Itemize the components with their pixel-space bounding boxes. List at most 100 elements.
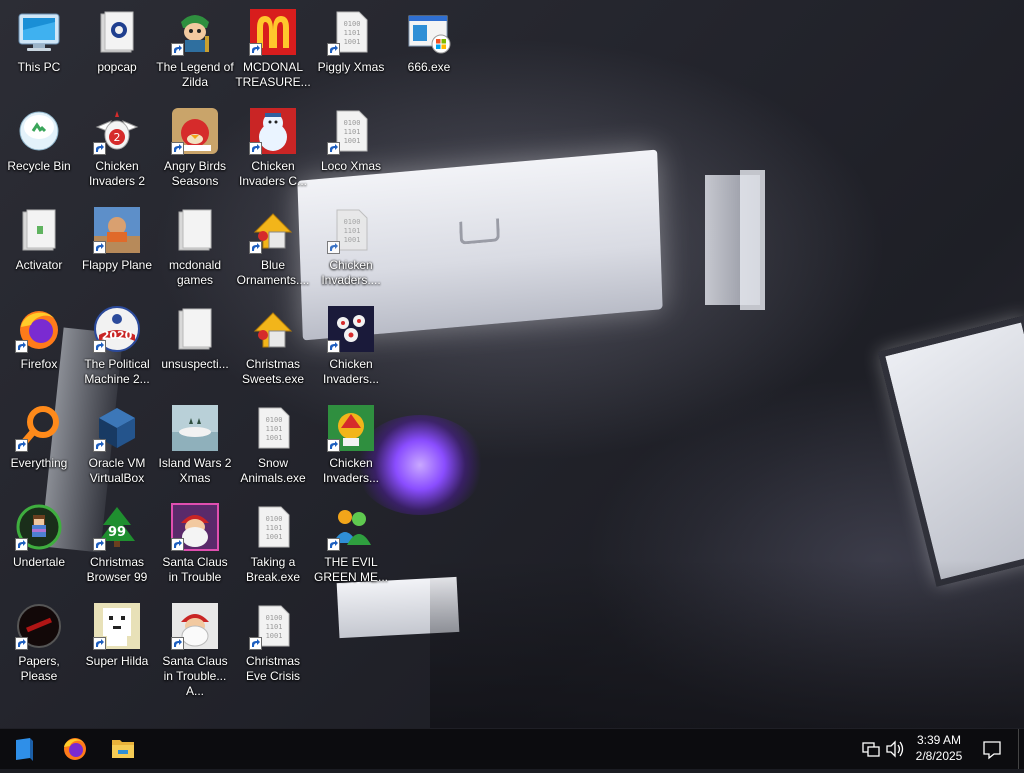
icon-label: The Political Machine 2... <box>84 357 150 386</box>
desktop-icon-christmas-browser-99[interactable]: 99 Christmas Browser 99 <box>78 499 156 595</box>
desktop-icon-virtualbox[interactable]: Oracle VM VirtualBox <box>78 400 156 496</box>
desktop-icon-mcdonald-games[interactable]: mcdonald games <box>156 202 234 298</box>
shortcut-arrow-icon <box>171 538 184 551</box>
icon-label: Loco Xmas <box>320 159 382 173</box>
shortcut-arrow-icon <box>93 340 106 353</box>
notification-center-button[interactable] <box>978 729 1006 769</box>
icon-label: Super Hilda <box>85 654 149 668</box>
chicken-invaders-icon <box>327 404 375 452</box>
icon-label: Christmas Sweets.exe <box>241 357 305 386</box>
desktop-icon-political-machine[interactable]: 2020 The Political Machine 2... <box>78 301 156 397</box>
taskbar-firefox[interactable] <box>51 729 99 769</box>
taskbar-file-explorer[interactable] <box>99 729 147 769</box>
binary-file-icon: 0100 1101 1001 <box>327 107 375 155</box>
shortcut-arrow-icon <box>171 637 184 650</box>
desktop-icon-firefox[interactable]: Firefox <box>0 301 78 397</box>
desktop-icon-legend-of-zilda[interactable]: The Legend of Zilda <box>156 4 234 100</box>
chicken-icon: 2 <box>93 107 141 155</box>
desktop-icon-island-wars-2[interactable]: Island Wars 2 Xmas <box>156 400 234 496</box>
desktop-icon-papers-please[interactable]: Papers, Please <box>0 598 78 694</box>
icon-label: popcap <box>97 60 137 74</box>
desktop-icon-santa-claus-in-trouble[interactable]: Santa Claus in Trouble <box>156 499 234 595</box>
icon-label: Chicken Invaders... <box>322 456 380 485</box>
clock[interactable]: 3:39 AM 2/8/2025 <box>908 732 970 766</box>
shortcut-arrow-icon <box>249 241 262 254</box>
desktop-icon-angry-birds-seasons[interactable]: Angry Birds Seasons <box>156 103 234 199</box>
christmas-tree-icon: 99 <box>93 503 141 551</box>
desktop-icon-mcdonal-treasure[interactable]: MCDONAL TREASURE... <box>234 4 312 100</box>
desktop-icon-piggly-xmas[interactable]: 0100 1101 1001 Piggly Xmas <box>312 4 390 100</box>
svg-text:0100: 0100 <box>344 20 361 28</box>
shortcut-arrow-icon <box>15 340 28 353</box>
desktop-icon-666-exe[interactable]: 666.exe <box>390 4 468 100</box>
desktop-icon-chicken-invaders-file[interactable]: 0100 1101 1001 Chicken Invaders.... <box>312 202 390 298</box>
folder-icon <box>112 740 134 758</box>
shortcut-arrow-icon <box>327 43 340 56</box>
volume-icon <box>886 740 904 758</box>
icon-label: Chicken Invaders.... <box>321 258 381 287</box>
svg-text:1101: 1101 <box>344 29 361 37</box>
desktop-icon-everything[interactable]: Everything <box>0 400 78 496</box>
svg-text:0100: 0100 <box>344 218 361 226</box>
shortcut-arrow-icon <box>327 142 340 155</box>
svg-text:0100: 0100 <box>344 119 361 127</box>
icon-label: Chicken Invaders... <box>322 357 380 386</box>
icon-label: Activator <box>15 258 63 272</box>
desktop-icon-evil-green-messenger[interactable]: THE EVIL GREEN ME... <box>312 499 390 595</box>
desktop-icon-snow-animals[interactable]: 0100 1101 1001 Snow Animals.exe <box>234 400 312 496</box>
notification-icon <box>983 741 1001 760</box>
desktop-icon-chicken-invaders-3[interactable]: Chicken Invaders... <box>312 301 390 397</box>
icon-label: Santa Claus in Trouble <box>162 555 228 584</box>
desktop-icon-recycle-bin[interactable]: Recycle Bin <box>0 103 78 199</box>
snowman-icon <box>249 107 297 155</box>
desktop-icon-blue-ornaments[interactable]: Blue Ornaments.... <box>234 202 312 298</box>
desktop-icon-unsuspecti[interactable]: unsuspecti... <box>156 301 234 397</box>
windows-installer-icon <box>405 8 453 56</box>
icon-label: Oracle VM VirtualBox <box>88 456 146 485</box>
desktop-icon-super-hilda[interactable]: Super Hilda <box>78 598 156 694</box>
desktop-icon-undertale[interactable]: Undertale <box>0 499 78 595</box>
desktop-icon-activator[interactable]: Activator <box>0 202 78 298</box>
desktop-icon-this-pc[interactable]: This PC <box>0 4 78 100</box>
svg-text:0100: 0100 <box>266 515 283 523</box>
icon-label: Firefox <box>20 357 58 371</box>
desktop-icon-taking-a-break[interactable]: 0100 1101 1001 Taking a Break.exe <box>234 499 312 595</box>
binary-file-icon: 0100 1101 1001 <box>327 206 375 254</box>
icon-label: THE EVIL GREEN ME... <box>313 555 388 584</box>
desktop-icon-chicken-invaders-c[interactable]: Chicken Invaders C... <box>234 103 312 199</box>
volume-tray-button[interactable] <box>884 729 906 769</box>
desktop-icon-christmas-eve-crisis[interactable]: 0100 1101 1001 Christmas Eve Crisis <box>234 598 312 694</box>
desktop: This PC Recycle Bin Activator Firefox Ev… <box>0 0 1024 728</box>
svg-text:1101: 1101 <box>266 623 283 631</box>
network-icon <box>862 742 880 757</box>
desktop-icon-loco-xmas[interactable]: 0100 1101 1001 Loco Xmas <box>312 103 390 199</box>
network-tray-button[interactable] <box>860 729 882 769</box>
firefox-icon <box>64 738 86 760</box>
folder-icon <box>171 206 219 254</box>
show-desktop-button[interactable] <box>1018 729 1024 769</box>
island-wars-icon <box>171 404 219 452</box>
chicken-invaders-icon <box>327 305 375 353</box>
binary-file-icon: 0100 1101 1001 <box>249 503 297 551</box>
start-button[interactable] <box>0 729 48 769</box>
icon-label: Snow Animals.exe <box>240 456 306 485</box>
icon-label: Angry Birds Seasons <box>163 159 227 188</box>
svg-text:1101: 1101 <box>266 524 283 532</box>
desktop-icon-chicken-invaders-4[interactable]: Chicken Invaders... <box>312 400 390 496</box>
icon-label: Santa Claus in Trouble... A... <box>162 654 228 698</box>
desktop-icon-christmas-sweets[interactable]: Christmas Sweets.exe <box>234 301 312 397</box>
shortcut-arrow-icon <box>93 241 106 254</box>
desktop-icon-flappy-plane[interactable]: Flappy Plane <box>78 202 156 298</box>
binary-file-icon: 0100 1101 1001 <box>249 602 297 650</box>
shortcut-arrow-icon <box>15 637 28 650</box>
folder-icon <box>15 206 63 254</box>
recycle-bin-icon <box>15 107 63 155</box>
desktop-icon-santa-claus-in-trouble-a[interactable]: Santa Claus in Trouble... A... <box>156 598 234 698</box>
binary-file-icon: 0100 1101 1001 <box>327 8 375 56</box>
messenger-people-icon <box>327 503 375 551</box>
shortcut-arrow-icon <box>171 142 184 155</box>
icon-label: Taking a Break.exe <box>245 555 301 584</box>
angry-birds-icon <box>171 107 219 155</box>
desktop-icon-chicken-invaders-2[interactable]: 2 Chicken Invaders 2 <box>78 103 156 199</box>
desktop-icon-popcap[interactable]: popcap <box>78 4 156 100</box>
